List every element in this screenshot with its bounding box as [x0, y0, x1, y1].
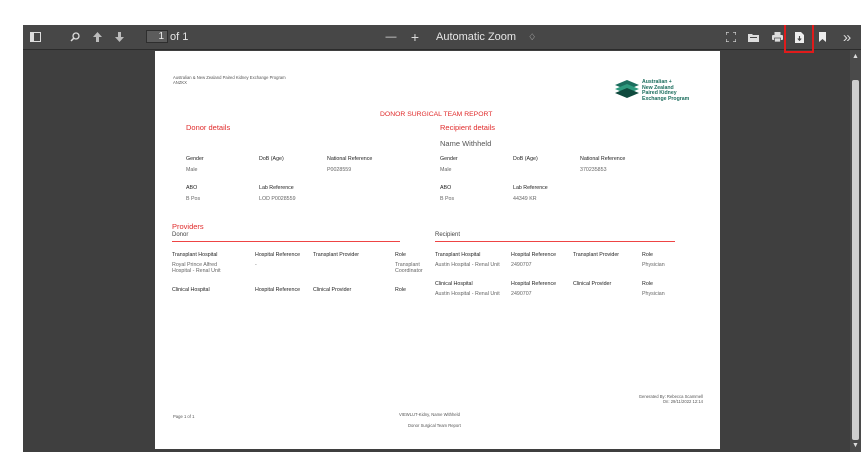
providers-heading: Providers — [172, 222, 204, 231]
page-count-label: of 1 — [170, 31, 189, 43]
providers-recipient-subheading: Recipient — [435, 232, 461, 238]
recipient-col-clinical-provider: Clinical Provider — [573, 281, 612, 287]
sidebar-toggle-button[interactable] — [27, 25, 43, 49]
logo-text: Australian + New Zealand Paired Kidney E… — [642, 79, 690, 102]
recipient-role: Physician — [642, 262, 665, 268]
recipient-col-transplant-provider: Transplant Provider — [573, 252, 620, 258]
bookmark-icon — [818, 32, 826, 42]
donor-transplant-hospital: Royal Prince Alfred Hospital - Renal Uni… — [172, 262, 221, 274]
scroll-up-icon[interactable]: ▲ — [851, 52, 860, 61]
recipient-col-transplant-hospital: Transplant Hospital — [435, 252, 481, 258]
anzkx-logo-icon — [615, 80, 639, 98]
recipient-clinical-role: Physician — [642, 291, 665, 297]
recipient-col-clinical-hospital: Clinical Hospital — [435, 281, 473, 287]
search-icon — [70, 32, 80, 42]
page-number-input[interactable]: 1 — [146, 30, 168, 43]
report-title: DONOR SURGICAL TEAM REPORT — [380, 111, 493, 118]
recipient-clinical-hospital: Austin Hospital - Renal Unit — [435, 291, 500, 297]
recipient-abo-label: ABO — [440, 185, 452, 191]
zoom-out-button[interactable]: — — [383, 25, 399, 49]
recipient-clinical-reference: 2490707 — [511, 291, 532, 297]
recipient-hospital-reference: 2490707 — [511, 262, 532, 268]
donor-labref-label: Lab Reference — [259, 185, 294, 191]
org-name: Australian & New Zealand Paired Kidney E… — [173, 75, 286, 80]
donor-gender-label: Gender — [186, 156, 204, 162]
presentation-mode-button[interactable] — [723, 25, 739, 49]
donor-hospital-reference: - — [255, 262, 257, 268]
recipient-col-hospital-reference: Hospital Reference — [511, 252, 557, 258]
donor-dob-label: DoB (Age) — [259, 156, 284, 162]
recipient-col-clinical-reference: Hospital Reference — [511, 281, 557, 287]
print-button[interactable] — [769, 25, 785, 49]
donor-labref: LOD P0028559 — [259, 196, 296, 202]
recipient-gender: Male — [440, 167, 452, 173]
scrollbar-thumb[interactable] — [852, 80, 859, 440]
recipient-col-clinical-role: Role — [642, 281, 653, 287]
donor-natref-label: National Reference — [327, 156, 373, 162]
footer-report-line2: Donor Surgical Team Report — [408, 423, 461, 428]
open-folder-icon — [747, 34, 759, 42]
open-file-button[interactable] — [745, 25, 761, 49]
donor-role: Transplant Coordinator — [395, 262, 423, 274]
footer-generated-on: On: 29/11/2022 12:14 — [662, 399, 703, 404]
org-code: ANZKX — [173, 80, 187, 85]
zoom-select[interactable]: Automatic Zoom ♢ — [436, 25, 536, 49]
pdf-page: Australian & New Zealand Paired Kidney E… — [155, 51, 720, 449]
recipient-labref: 44349 KR — [513, 196, 537, 202]
arrow-up-icon — [92, 32, 102, 42]
donor-abo-label: ABO — [186, 185, 198, 191]
find-button[interactable] — [67, 25, 83, 49]
donor-col-clinical-reference: Hospital Reference — [255, 287, 301, 293]
previous-page-button[interactable] — [89, 25, 105, 49]
recipient-labref-label: Lab Reference — [513, 185, 548, 191]
print-icon — [771, 32, 783, 42]
arrow-down-icon — [114, 32, 124, 42]
scroll-down-icon[interactable]: ▼ — [851, 441, 860, 450]
footer-page-number: Page 1 of 1 — [173, 414, 195, 419]
donor-col-clinical-hospital: Clinical Hospital — [172, 287, 210, 293]
recipient-abo: B Pos — [440, 196, 455, 202]
donor-divider — [172, 241, 400, 242]
chevron-down-icon: ♢ — [528, 32, 537, 42]
donor-col-role: Role — [395, 252, 406, 258]
next-page-button[interactable] — [111, 25, 127, 49]
recipient-name: Name Withheld — [440, 139, 492, 148]
sidebar-icon — [29, 32, 41, 42]
download-highlight — [784, 25, 814, 53]
recipient-divider — [435, 241, 675, 242]
tools-menu-button[interactable]: » — [837, 25, 857, 49]
zoom-in-button[interactable]: + — [407, 25, 423, 49]
donor-natref: P0028559 — [327, 167, 352, 173]
pdf-viewer: 1 of 1 — + Automatic Zoom ♢ » Australian… — [23, 25, 861, 452]
fullscreen-icon — [726, 32, 736, 42]
recipient-transplant-hospital: Austin Hospital - Renal Unit — [435, 262, 500, 268]
donor-abo: B Pos — [186, 196, 201, 202]
providers-donor-subheading: Donor — [172, 232, 189, 238]
recipient-col-role: Role — [642, 252, 653, 258]
donor-details-heading: Donor details — [186, 123, 231, 132]
donor-col-transplant-provider: Transplant Provider — [313, 252, 360, 258]
bookmark-button[interactable] — [814, 25, 830, 49]
recipient-natref-label: National Reference — [580, 156, 626, 162]
donor-col-clinical-provider: Clinical Provider — [313, 287, 352, 293]
pdf-toolbar: 1 of 1 — + Automatic Zoom ♢ » — [23, 25, 861, 53]
recipient-gender-label: Gender — [440, 156, 458, 162]
footer-report-line1: VIEWLUT-Kidny, Name Withheld — [399, 412, 460, 417]
vertical-scrollbar[interactable]: ▲ ▼ — [850, 50, 861, 452]
recipient-natref: 370235853 — [580, 167, 607, 173]
recipient-details-heading: Recipient details — [440, 123, 496, 132]
donor-col-hospital-reference: Hospital Reference — [255, 252, 301, 258]
recipient-dob-label: DoB (Age) — [513, 156, 538, 162]
donor-gender: Male — [186, 167, 198, 173]
donor-col-clinical-role: Role — [395, 287, 406, 293]
donor-col-transplant-hospital: Transplant Hospital — [172, 252, 218, 258]
zoom-select-value: Automatic Zoom — [436, 31, 517, 43]
